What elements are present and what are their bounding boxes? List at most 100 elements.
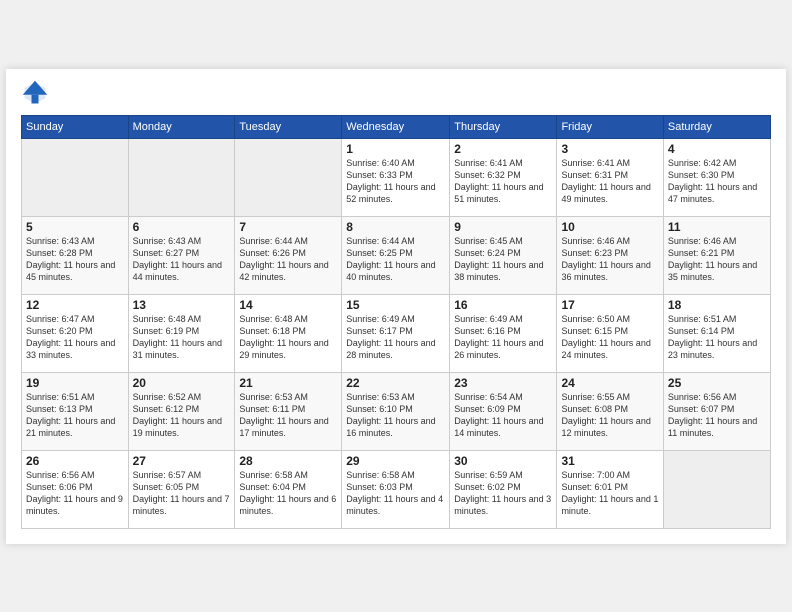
day-number: 12 — [26, 298, 124, 312]
day-info: Sunrise: 6:56 AM Sunset: 6:07 PM Dayligh… — [668, 391, 766, 440]
day-number: 11 — [668, 220, 766, 234]
weekday-header-tuesday: Tuesday — [235, 115, 342, 138]
day-info: Sunrise: 6:51 AM Sunset: 6:14 PM Dayligh… — [668, 313, 766, 362]
day-info: Sunrise: 6:51 AM Sunset: 6:13 PM Dayligh… — [26, 391, 124, 440]
calendar-cell: 8Sunrise: 6:44 AM Sunset: 6:25 PM Daylig… — [342, 216, 450, 294]
day-info: Sunrise: 6:58 AM Sunset: 6:03 PM Dayligh… — [346, 469, 445, 518]
day-number: 18 — [668, 298, 766, 312]
calendar-cell — [663, 450, 770, 528]
day-info: Sunrise: 6:48 AM Sunset: 6:19 PM Dayligh… — [133, 313, 231, 362]
day-info: Sunrise: 6:47 AM Sunset: 6:20 PM Dayligh… — [26, 313, 124, 362]
day-number: 25 — [668, 376, 766, 390]
calendar-cell: 13Sunrise: 6:48 AM Sunset: 6:19 PM Dayli… — [128, 294, 235, 372]
day-info: Sunrise: 6:49 AM Sunset: 6:16 PM Dayligh… — [454, 313, 552, 362]
calendar-cell: 29Sunrise: 6:58 AM Sunset: 6:03 PM Dayli… — [342, 450, 450, 528]
weekday-header-sunday: Sunday — [22, 115, 129, 138]
day-info: Sunrise: 6:48 AM Sunset: 6:18 PM Dayligh… — [239, 313, 337, 362]
day-info: Sunrise: 6:46 AM Sunset: 6:23 PM Dayligh… — [561, 235, 658, 284]
day-info: Sunrise: 6:43 AM Sunset: 6:28 PM Dayligh… — [26, 235, 124, 284]
day-number: 8 — [346, 220, 445, 234]
day-number: 20 — [133, 376, 231, 390]
calendar-cell: 23Sunrise: 6:54 AM Sunset: 6:09 PM Dayli… — [450, 372, 557, 450]
calendar-cell: 19Sunrise: 6:51 AM Sunset: 6:13 PM Dayli… — [22, 372, 129, 450]
day-number: 16 — [454, 298, 552, 312]
calendar-cell: 11Sunrise: 6:46 AM Sunset: 6:21 PM Dayli… — [663, 216, 770, 294]
weekday-header-thursday: Thursday — [450, 115, 557, 138]
calendar-cell: 1Sunrise: 6:40 AM Sunset: 6:33 PM Daylig… — [342, 138, 450, 216]
calendar-cell: 7Sunrise: 6:44 AM Sunset: 6:26 PM Daylig… — [235, 216, 342, 294]
calendar-cell: 30Sunrise: 6:59 AM Sunset: 6:02 PM Dayli… — [450, 450, 557, 528]
logo — [21, 79, 53, 107]
calendar-cell: 6Sunrise: 6:43 AM Sunset: 6:27 PM Daylig… — [128, 216, 235, 294]
day-number: 29 — [346, 454, 445, 468]
day-number: 13 — [133, 298, 231, 312]
day-number: 26 — [26, 454, 124, 468]
day-number: 4 — [668, 142, 766, 156]
calendar-cell: 21Sunrise: 6:53 AM Sunset: 6:11 PM Dayli… — [235, 372, 342, 450]
calendar-cell: 2Sunrise: 6:41 AM Sunset: 6:32 PM Daylig… — [450, 138, 557, 216]
day-number: 19 — [26, 376, 124, 390]
day-info: Sunrise: 6:40 AM Sunset: 6:33 PM Dayligh… — [346, 157, 445, 206]
day-info: Sunrise: 6:41 AM Sunset: 6:31 PM Dayligh… — [561, 157, 658, 206]
calendar-table: SundayMondayTuesdayWednesdayThursdayFrid… — [21, 115, 771, 529]
calendar-cell: 10Sunrise: 6:46 AM Sunset: 6:23 PM Dayli… — [557, 216, 663, 294]
day-number: 24 — [561, 376, 658, 390]
calendar-week-1: 1Sunrise: 6:40 AM Sunset: 6:33 PM Daylig… — [22, 138, 771, 216]
day-info: Sunrise: 6:49 AM Sunset: 6:17 PM Dayligh… — [346, 313, 445, 362]
calendar-cell: 15Sunrise: 6:49 AM Sunset: 6:17 PM Dayli… — [342, 294, 450, 372]
day-number: 7 — [239, 220, 337, 234]
day-info: Sunrise: 7:00 AM Sunset: 6:01 PM Dayligh… — [561, 469, 658, 518]
day-number: 23 — [454, 376, 552, 390]
header — [21, 79, 771, 107]
calendar-week-5: 26Sunrise: 6:56 AM Sunset: 6:06 PM Dayli… — [22, 450, 771, 528]
day-info: Sunrise: 6:45 AM Sunset: 6:24 PM Dayligh… — [454, 235, 552, 284]
day-number: 10 — [561, 220, 658, 234]
calendar-container: SundayMondayTuesdayWednesdayThursdayFrid… — [6, 69, 786, 544]
day-info: Sunrise: 6:59 AM Sunset: 6:02 PM Dayligh… — [454, 469, 552, 518]
day-info: Sunrise: 6:44 AM Sunset: 6:25 PM Dayligh… — [346, 235, 445, 284]
day-number: 5 — [26, 220, 124, 234]
calendar-cell: 25Sunrise: 6:56 AM Sunset: 6:07 PM Dayli… — [663, 372, 770, 450]
day-number: 21 — [239, 376, 337, 390]
weekday-header-friday: Friday — [557, 115, 663, 138]
day-info: Sunrise: 6:52 AM Sunset: 6:12 PM Dayligh… — [133, 391, 231, 440]
day-number: 31 — [561, 454, 658, 468]
calendar-week-2: 5Sunrise: 6:43 AM Sunset: 6:28 PM Daylig… — [22, 216, 771, 294]
day-number: 1 — [346, 142, 445, 156]
calendar-cell: 5Sunrise: 6:43 AM Sunset: 6:28 PM Daylig… — [22, 216, 129, 294]
day-info: Sunrise: 6:43 AM Sunset: 6:27 PM Dayligh… — [133, 235, 231, 284]
calendar-cell: 26Sunrise: 6:56 AM Sunset: 6:06 PM Dayli… — [22, 450, 129, 528]
day-number: 6 — [133, 220, 231, 234]
calendar-cell: 3Sunrise: 6:41 AM Sunset: 6:31 PM Daylig… — [557, 138, 663, 216]
calendar-week-4: 19Sunrise: 6:51 AM Sunset: 6:13 PM Dayli… — [22, 372, 771, 450]
weekday-header-saturday: Saturday — [663, 115, 770, 138]
calendar-cell — [128, 138, 235, 216]
calendar-cell — [235, 138, 342, 216]
day-info: Sunrise: 6:58 AM Sunset: 6:04 PM Dayligh… — [239, 469, 337, 518]
day-number: 30 — [454, 454, 552, 468]
day-info: Sunrise: 6:56 AM Sunset: 6:06 PM Dayligh… — [26, 469, 124, 518]
calendar-cell: 9Sunrise: 6:45 AM Sunset: 6:24 PM Daylig… — [450, 216, 557, 294]
logo-icon — [21, 79, 49, 107]
day-info: Sunrise: 6:50 AM Sunset: 6:15 PM Dayligh… — [561, 313, 658, 362]
calendar-cell: 17Sunrise: 6:50 AM Sunset: 6:15 PM Dayli… — [557, 294, 663, 372]
day-number: 15 — [346, 298, 445, 312]
calendar-cell: 22Sunrise: 6:53 AM Sunset: 6:10 PM Dayli… — [342, 372, 450, 450]
day-info: Sunrise: 6:44 AM Sunset: 6:26 PM Dayligh… — [239, 235, 337, 284]
calendar-cell: 20Sunrise: 6:52 AM Sunset: 6:12 PM Dayli… — [128, 372, 235, 450]
calendar-cell: 14Sunrise: 6:48 AM Sunset: 6:18 PM Dayli… — [235, 294, 342, 372]
day-number: 3 — [561, 142, 658, 156]
calendar-cell: 4Sunrise: 6:42 AM Sunset: 6:30 PM Daylig… — [663, 138, 770, 216]
day-number: 27 — [133, 454, 231, 468]
day-number: 17 — [561, 298, 658, 312]
weekday-header-wednesday: Wednesday — [342, 115, 450, 138]
calendar-cell: 12Sunrise: 6:47 AM Sunset: 6:20 PM Dayli… — [22, 294, 129, 372]
day-info: Sunrise: 6:54 AM Sunset: 6:09 PM Dayligh… — [454, 391, 552, 440]
calendar-cell: 16Sunrise: 6:49 AM Sunset: 6:16 PM Dayli… — [450, 294, 557, 372]
calendar-cell: 24Sunrise: 6:55 AM Sunset: 6:08 PM Dayli… — [557, 372, 663, 450]
weekday-header-monday: Monday — [128, 115, 235, 138]
calendar-week-3: 12Sunrise: 6:47 AM Sunset: 6:20 PM Dayli… — [22, 294, 771, 372]
day-info: Sunrise: 6:55 AM Sunset: 6:08 PM Dayligh… — [561, 391, 658, 440]
day-info: Sunrise: 6:46 AM Sunset: 6:21 PM Dayligh… — [668, 235, 766, 284]
day-info: Sunrise: 6:53 AM Sunset: 6:11 PM Dayligh… — [239, 391, 337, 440]
